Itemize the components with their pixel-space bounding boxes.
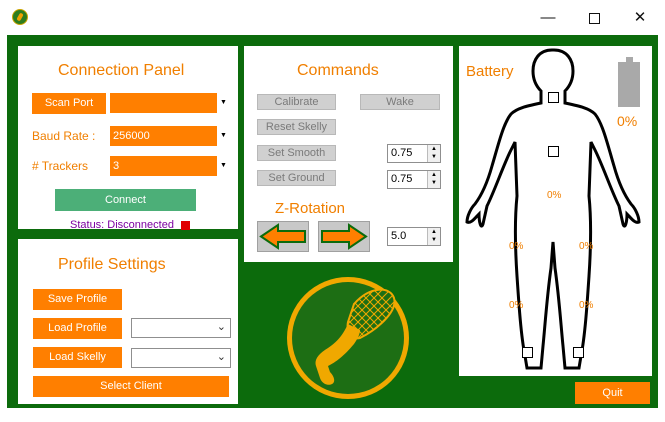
rotate-left-button[interactable] bbox=[257, 221, 309, 252]
chest-tracker-checkbox[interactable] bbox=[548, 146, 559, 157]
left-foot-tracker-checkbox[interactable] bbox=[522, 347, 533, 358]
wake-button[interactable]: Wake bbox=[360, 94, 440, 110]
save-profile-button[interactable]: Save Profile bbox=[33, 289, 122, 310]
chevron-down-icon: ⌄ bbox=[216, 351, 226, 363]
chevron-down-icon: ▼ bbox=[217, 126, 230, 146]
arrow-right-icon bbox=[321, 223, 368, 250]
app-logo-icon bbox=[12, 9, 28, 25]
set-ground-button[interactable]: Set Ground bbox=[257, 170, 336, 186]
z-rotation-label: Z-Rotation bbox=[275, 200, 346, 217]
close-button[interactable]: ✕ bbox=[617, 0, 663, 35]
commands-title: Commands bbox=[297, 62, 379, 79]
calibrate-button[interactable]: Calibrate bbox=[257, 94, 336, 110]
rotate-right-button[interactable] bbox=[318, 221, 370, 252]
profile-settings-title: Profile Settings bbox=[58, 256, 166, 273]
trackers-select[interactable]: 3 ▼ bbox=[110, 156, 230, 176]
battery-panel: Battery 0% 0% 0% 0% 0% 0% bbox=[459, 46, 652, 376]
right-shin-tracker-battery: 0% bbox=[579, 300, 594, 311]
spinner-arrows-icon[interactable]: ▲ ▼ bbox=[427, 145, 440, 162]
status-text: Status: Disconnected bbox=[70, 219, 174, 231]
load-skelly-select[interactable]: ⌄ bbox=[131, 348, 231, 368]
load-skelly-button[interactable]: Load Skelly bbox=[33, 347, 122, 368]
left-thigh-tracker-battery: 0% bbox=[509, 241, 524, 252]
ground-input[interactable]: 0.75 ▲ ▼ bbox=[387, 170, 441, 189]
select-client-button[interactable]: Select Client bbox=[33, 376, 229, 397]
maximize-button[interactable] bbox=[571, 0, 617, 35]
left-shin-tracker-battery: 0% bbox=[509, 300, 524, 311]
app-logo bbox=[287, 277, 409, 399]
maximize-icon bbox=[588, 12, 600, 24]
trackers-label: # Trackers bbox=[32, 159, 89, 173]
profile-settings-panel: Profile Settings Save Profile Load Profi… bbox=[18, 239, 238, 404]
spinner-arrows-icon[interactable]: ▲ ▼ bbox=[427, 171, 440, 188]
z-rotation-input[interactable]: 5.0 ▲ ▼ bbox=[387, 227, 441, 246]
connection-panel-title: Connection Panel bbox=[58, 62, 185, 79]
reset-skelly-button[interactable]: Reset Skelly bbox=[257, 119, 336, 135]
right-foot-tracker-checkbox[interactable] bbox=[573, 347, 584, 358]
trackers-value: 3 bbox=[113, 160, 120, 172]
spinner-arrows-icon[interactable]: ▲ ▼ bbox=[427, 228, 440, 245]
smooth-input[interactable]: 0.75 ▲ ▼ bbox=[387, 144, 441, 163]
status-indicator bbox=[181, 221, 190, 230]
baud-rate-select[interactable]: 256000 ▼ bbox=[110, 126, 230, 146]
ground-value: 0.75 bbox=[391, 173, 413, 185]
minimize-button[interactable]: — bbox=[525, 0, 571, 35]
chevron-down-icon: ▼ bbox=[217, 93, 230, 113]
head-tracker-checkbox[interactable] bbox=[548, 92, 559, 103]
arrow-left-icon bbox=[259, 223, 306, 250]
load-profile-select[interactable]: ⌄ bbox=[131, 318, 231, 338]
chevron-down-icon: ⌄ bbox=[216, 321, 226, 333]
app-window: — ✕ Connection Panel Scan Port ▼ Baud Ra… bbox=[0, 0, 665, 422]
commands-panel: Commands Calibrate Wake Reset Skelly Set… bbox=[244, 46, 453, 262]
chest-tracker-battery: 0% bbox=[547, 190, 562, 201]
connect-button[interactable]: Connect bbox=[55, 189, 196, 211]
baud-rate-value: 256000 bbox=[113, 130, 150, 142]
z-rotation-value: 5.0 bbox=[391, 230, 407, 242]
connection-panel: Connection Panel Scan Port ▼ Baud Rate :… bbox=[18, 46, 238, 231]
quit-button[interactable]: Quit bbox=[575, 382, 650, 404]
port-select[interactable]: ▼ bbox=[110, 93, 230, 113]
set-smooth-button[interactable]: Set Smooth bbox=[257, 145, 336, 161]
scan-port-button[interactable]: Scan Port bbox=[32, 93, 106, 114]
chevron-down-icon: ▼ bbox=[217, 156, 230, 176]
baud-rate-label: Baud Rate : bbox=[32, 129, 96, 143]
load-profile-button[interactable]: Load Profile bbox=[33, 318, 122, 339]
main-area: Connection Panel Scan Port ▼ Baud Rate :… bbox=[7, 35, 658, 408]
title-bar: — ✕ bbox=[0, 0, 665, 35]
smooth-value: 0.75 bbox=[391, 147, 413, 159]
right-thigh-tracker-battery: 0% bbox=[579, 241, 594, 252]
